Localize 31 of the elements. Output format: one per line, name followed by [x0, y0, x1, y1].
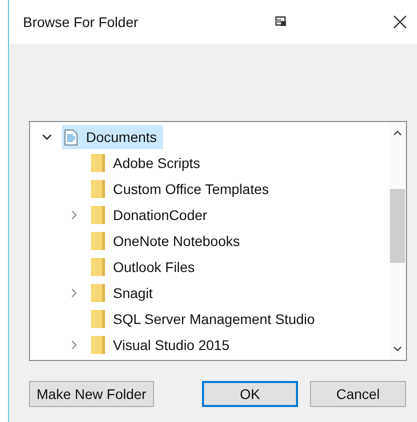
- dialog-button[interactable]: Make New Folder: [29, 381, 154, 407]
- close-icon[interactable]: [393, 15, 407, 29]
- folder-icon: [91, 154, 105, 172]
- folder-icon: [91, 180, 105, 198]
- scroll-down-icon[interactable]: [393, 346, 402, 352]
- chevron-right-icon[interactable]: [70, 340, 78, 350]
- tree-item[interactable]: OneNote Notebooks: [89, 229, 246, 253]
- tree-item[interactable]: SQL Server Management Studio: [89, 307, 321, 331]
- tree-item[interactable]: Custom Office Templates: [89, 177, 275, 201]
- scrollbar[interactable]: [389, 122, 406, 360]
- window-title: Browse For Folder: [23, 14, 140, 30]
- tree-item[interactable]: DonationCoder: [89, 203, 214, 227]
- tree-item[interactable]: Outlook Files: [89, 255, 201, 279]
- chevron-right-icon[interactable]: [70, 210, 78, 220]
- folder-icon: [91, 336, 105, 354]
- dialog-button[interactable]: OK: [202, 381, 298, 407]
- tree-item[interactable]: Snagit: [89, 281, 159, 305]
- document-icon: [64, 128, 78, 146]
- chevron-down-icon[interactable]: [42, 134, 52, 140]
- tree-item[interactable]: Adobe Scripts: [89, 151, 206, 175]
- window-snap-icon[interactable]: [275, 16, 287, 28]
- tree-item[interactable]: Documents: [62, 125, 163, 149]
- folder-icon: [91, 258, 105, 276]
- dialog-button[interactable]: Cancel: [310, 381, 406, 407]
- folder-icon: [91, 284, 105, 302]
- tree-item[interactable]: Visual Studio 2015: [89, 333, 236, 357]
- chevron-right-icon[interactable]: [70, 288, 78, 298]
- folder-icon: [91, 232, 105, 250]
- folder-icon: [91, 310, 105, 328]
- scroll-up-icon[interactable]: [393, 130, 402, 136]
- folder-icon: [91, 206, 105, 224]
